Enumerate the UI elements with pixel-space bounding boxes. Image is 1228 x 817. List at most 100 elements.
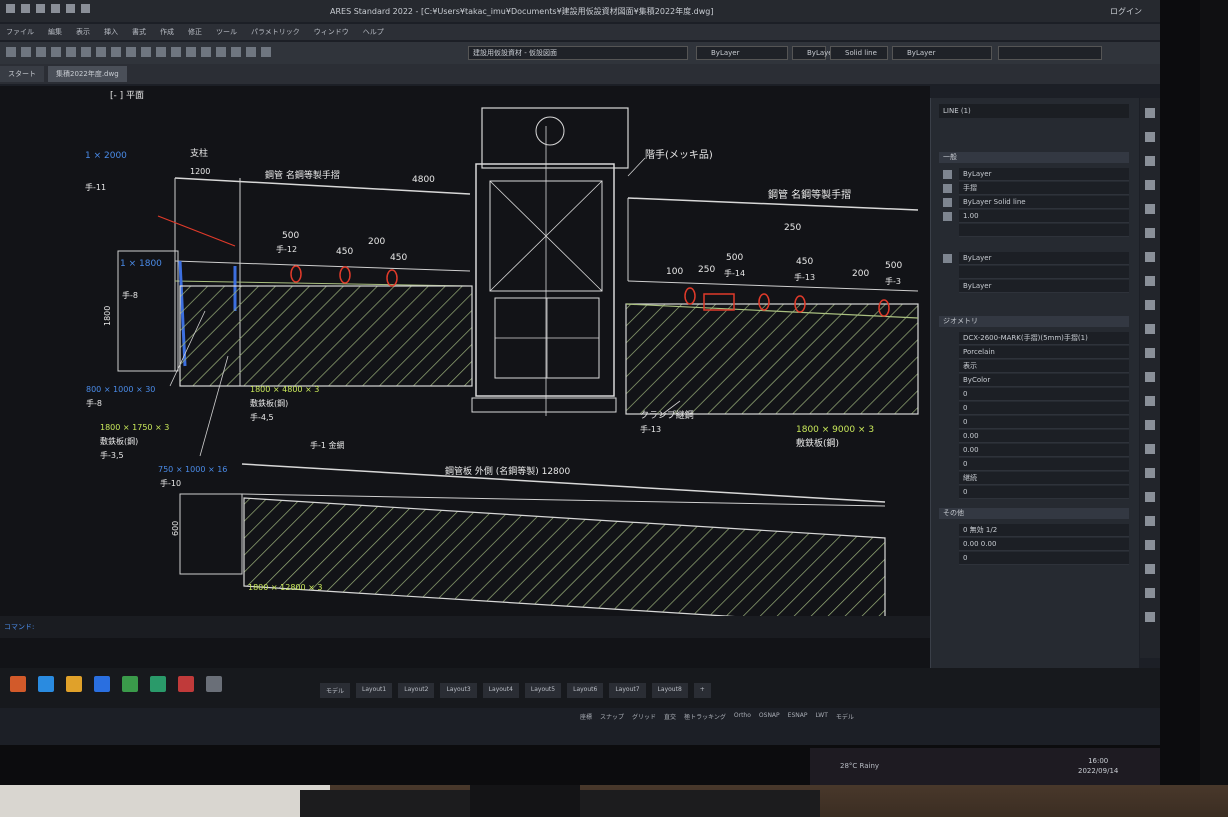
app-icon[interactable] (38, 676, 54, 692)
menu-insert[interactable]: 挿入 (104, 27, 118, 37)
app-icon[interactable] (150, 676, 166, 692)
menu-format[interactable]: 書式 (132, 27, 146, 37)
tool-icon[interactable] (261, 47, 271, 57)
properties-section-general[interactable]: 一般 (939, 152, 1129, 163)
open-icon[interactable] (21, 4, 30, 13)
tab-layout[interactable]: Layout2 (398, 683, 435, 698)
status-model[interactable]: モデル (836, 712, 854, 721)
quick-access-toolbar[interactable] (6, 4, 90, 13)
draw-icon[interactable] (1145, 348, 1155, 358)
draw-icon[interactable] (1145, 564, 1155, 574)
status-esnap[interactable]: ESNAP (788, 712, 808, 721)
properties-section-geometry[interactable]: ジオメトリ (939, 316, 1129, 327)
tool-icon[interactable] (81, 47, 91, 57)
properties-section-misc[interactable]: その他 (939, 508, 1129, 519)
drawing-canvas[interactable]: [- ] 平面 1 × 2000 手-11 支柱 1200 鋼管 名鋼等製手摺 … (0, 86, 930, 686)
draw-icon[interactable] (1145, 108, 1155, 118)
tool-icon[interactable] (51, 47, 61, 57)
draw-icon[interactable] (1145, 204, 1155, 214)
tool-icon[interactable] (171, 47, 181, 57)
save-icon[interactable] (36, 4, 45, 13)
lineweight-dropdown[interactable]: Solid line (830, 46, 888, 60)
undo-icon[interactable] (66, 4, 75, 13)
prop-row[interactable]: 0 (959, 388, 1129, 401)
draw-icon[interactable] (1145, 300, 1155, 310)
tool-icon[interactable] (246, 47, 256, 57)
linetype-dropdown[interactable]: ByLayer (792, 46, 835, 60)
tool-icon[interactable] (156, 47, 166, 57)
tool-icon[interactable] (36, 47, 46, 57)
tool-icon[interactable] (186, 47, 196, 57)
menu-draw[interactable]: 作成 (160, 27, 174, 37)
draw-icon[interactable] (1145, 420, 1155, 430)
tool-icon[interactable] (126, 47, 136, 57)
draw-icon[interactable] (1145, 468, 1155, 478)
status-coords[interactable]: 座標 (580, 712, 592, 721)
prop-row[interactable]: 0 (959, 416, 1129, 429)
status-ortho[interactable]: 直交 (664, 712, 676, 721)
prop-row[interactable]: 0.00 (959, 444, 1129, 457)
add-layout-button[interactable]: + (693, 683, 711, 698)
app-icon[interactable] (94, 676, 110, 692)
prop-row[interactable]: ByLayer Solid line (959, 196, 1129, 209)
prop-row[interactable]: ByColor (959, 374, 1129, 387)
prop-row[interactable] (959, 266, 1129, 279)
tab-layout[interactable]: Layout7 (609, 683, 646, 698)
draw-icon[interactable] (1145, 540, 1155, 550)
draw-icon[interactable] (1145, 372, 1155, 382)
tab-layout[interactable]: Layout4 (482, 683, 519, 698)
draw-icon[interactable] (1145, 156, 1155, 166)
status-lwt[interactable]: LWT (815, 712, 827, 721)
tab-layout[interactable]: Layout5 (524, 683, 562, 698)
prop-row[interactable]: ByLayer (959, 280, 1129, 293)
draw-icon[interactable] (1145, 516, 1155, 526)
menu-view[interactable]: 表示 (76, 27, 90, 37)
tab-layout[interactable]: Layout8 (651, 683, 688, 698)
status-osnap[interactable]: OSNAP (759, 712, 780, 721)
menu-window[interactable]: ウィンドウ (314, 27, 349, 37)
print-icon[interactable] (51, 4, 60, 13)
tab-layout[interactable]: Layout1 (356, 683, 393, 698)
prop-row[interactable]: 継続 (959, 472, 1129, 485)
menu-tools[interactable]: ツール (216, 27, 237, 37)
tab-start[interactable]: スタート (0, 66, 44, 82)
weather-widget[interactable]: 28°C Rainy (840, 762, 879, 770)
command-line[interactable]: コマンド: (0, 616, 930, 638)
tab-layout[interactable]: Layout6 (567, 683, 604, 698)
app-icon[interactable] (10, 676, 26, 692)
draw-icon[interactable] (1145, 492, 1155, 502)
tab-model[interactable]: モデル (320, 683, 351, 698)
color-dropdown[interactable]: ByLayer (696, 46, 788, 60)
menu-parametric[interactable]: パラメトリック (251, 27, 300, 37)
menu-file[interactable]: ファイル (6, 27, 34, 37)
draw-icon[interactable] (1145, 132, 1155, 142)
prop-row[interactable]: ByLayer (959, 168, 1129, 181)
menu-edit[interactable]: 編集 (48, 27, 62, 37)
tool-icon[interactable] (66, 47, 76, 57)
prop-row[interactable]: 1.00 (959, 210, 1129, 223)
tool-icon[interactable] (231, 47, 241, 57)
prop-row[interactable] (959, 224, 1129, 237)
draw-icon[interactable] (1145, 444, 1155, 454)
app-icon[interactable] (206, 676, 222, 692)
draw-icon[interactable] (1145, 276, 1155, 286)
tab-drawing[interactable]: 集積2022年度.dwg (48, 66, 127, 82)
tab-layout[interactable]: Layout3 (440, 683, 477, 698)
app-icon[interactable] (178, 676, 194, 692)
status-grid[interactable]: グリッド (632, 712, 656, 721)
draw-icon[interactable] (1145, 612, 1155, 622)
view-label[interactable]: [- ] 平面 (110, 90, 144, 101)
new-icon[interactable] (6, 4, 15, 13)
menu-modify[interactable]: 修正 (188, 27, 202, 37)
prop-row[interactable]: ByLayer (959, 252, 1129, 265)
draw-icon[interactable] (1145, 228, 1155, 238)
prop-row[interactable]: 0 (959, 552, 1129, 565)
app-icon[interactable] (66, 676, 82, 692)
prop-row[interactable]: 0.00 0.00 (959, 538, 1129, 551)
draw-icon[interactable] (1145, 180, 1155, 190)
tool-icon[interactable] (141, 47, 151, 57)
prop-row[interactable]: 0 (959, 402, 1129, 415)
tool-icon[interactable] (216, 47, 226, 57)
prop-row[interactable]: Porcelain (959, 346, 1129, 359)
status-snap[interactable]: スナップ (600, 712, 624, 721)
